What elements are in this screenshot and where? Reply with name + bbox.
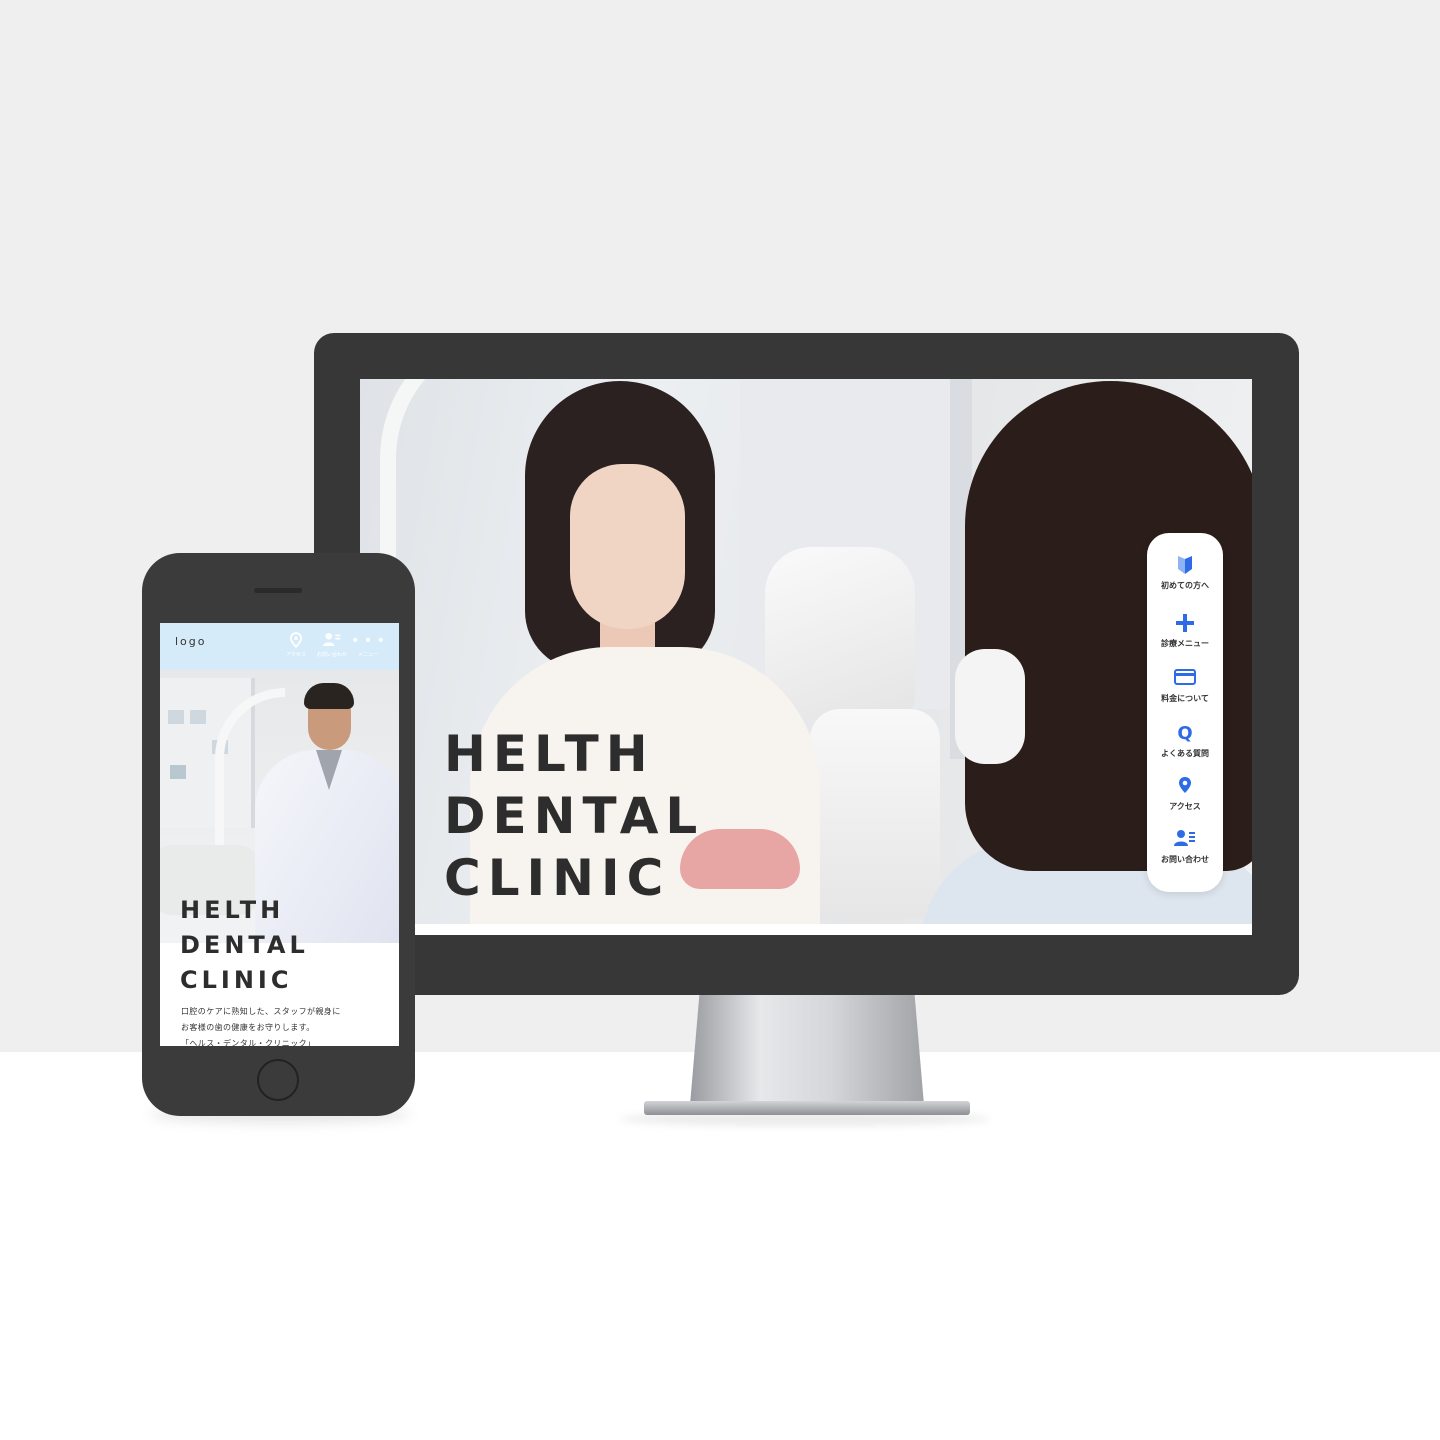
- monitor-stand-base: [644, 1101, 970, 1115]
- mobile-screen: logo アクセス お問い合わせ • • • メニュー HELTH DENTAL…: [160, 623, 399, 1046]
- mobile-hero-title: HELTH DENTAL CLINIC: [180, 893, 309, 998]
- monitor-stand-neck: [690, 995, 924, 1105]
- beginner-mark-icon: [1147, 555, 1223, 577]
- side-nav-label: よくある質問: [1161, 749, 1209, 758]
- side-nav-label: 初めての方へ: [1161, 581, 1209, 590]
- side-nav-label: 料金について: [1161, 694, 1209, 703]
- desktop-hero-image: HELTH DENTAL CLINIC 初めての方へ 診療メニュー 料金について…: [360, 379, 1252, 924]
- desktop-hero-title: HELTH DENTAL CLINIC: [444, 723, 704, 909]
- contact-icon: [312, 632, 352, 650]
- hero-title-line: DENTAL: [180, 931, 309, 959]
- desktop-side-nav: 初めての方へ 診療メニュー 料金について Q よくある質問 アクセス お問い合わ…: [1147, 533, 1223, 892]
- mobile-description: 口腔のケアに熟知した、スタッフが親身に お客様の歯の健康をお守りします。 「ヘル…: [181, 1004, 391, 1046]
- description-line: 口腔のケアに熟知した、スタッフが親身に: [181, 1007, 341, 1016]
- question-icon: Q: [1177, 723, 1193, 744]
- mobile-nav-access[interactable]: アクセス: [276, 632, 316, 658]
- mobile-nav-contact[interactable]: お問い合わせ: [312, 632, 352, 658]
- description-line: お客様の歯の健康をお守りします。: [181, 1023, 315, 1032]
- map-pin-icon: [276, 632, 316, 650]
- side-nav-item-pricing[interactable]: 料金について: [1147, 668, 1223, 704]
- more-dots-icon: • • •: [351, 633, 385, 649]
- hero-title-line: HELTH: [444, 725, 655, 783]
- side-nav-label: 診療メニュー: [1161, 639, 1209, 648]
- side-nav-label: お問い合わせ: [1161, 855, 1209, 864]
- side-nav-label: アクセス: [1169, 802, 1201, 811]
- phone-home-button[interactable]: [257, 1059, 299, 1101]
- mobile-nav-label: アクセス: [286, 652, 306, 658]
- description-line: 「ヘルス・デンタル・クリニック」: [181, 1039, 316, 1046]
- hero-title-line: CLINIC: [180, 966, 293, 994]
- mobile-logo[interactable]: logo: [175, 635, 207, 648]
- mobile-nav-label: メニュー: [357, 652, 378, 658]
- phone-speaker: [254, 588, 302, 593]
- hero-title-line: HELTH: [180, 896, 285, 924]
- side-nav-item-contact[interactable]: お問い合わせ: [1147, 829, 1223, 865]
- hero-title-line: CLINIC: [444, 849, 671, 907]
- mobile-nav-label: お問い合わせ: [316, 652, 347, 658]
- side-nav-item-access[interactable]: アクセス: [1147, 776, 1223, 812]
- hero-title-line: DENTAL: [444, 787, 705, 845]
- mobile-header: logo アクセス お問い合わせ • • • メニュー: [160, 623, 399, 670]
- map-pin-icon: [1147, 776, 1223, 798]
- contact-icon: [1147, 829, 1223, 851]
- card-icon: [1147, 668, 1223, 690]
- side-nav-item-beginners[interactable]: 初めての方へ: [1147, 555, 1223, 591]
- plus-icon: [1147, 613, 1223, 635]
- mobile-nav-menu[interactable]: • • • メニュー: [348, 632, 388, 658]
- desktop-screen: HELTH DENTAL CLINIC 初めての方へ 診療メニュー 料金について…: [360, 379, 1252, 935]
- side-nav-item-menu[interactable]: 診療メニュー: [1147, 613, 1223, 649]
- side-nav-item-faq[interactable]: Q よくある質問: [1147, 723, 1223, 759]
